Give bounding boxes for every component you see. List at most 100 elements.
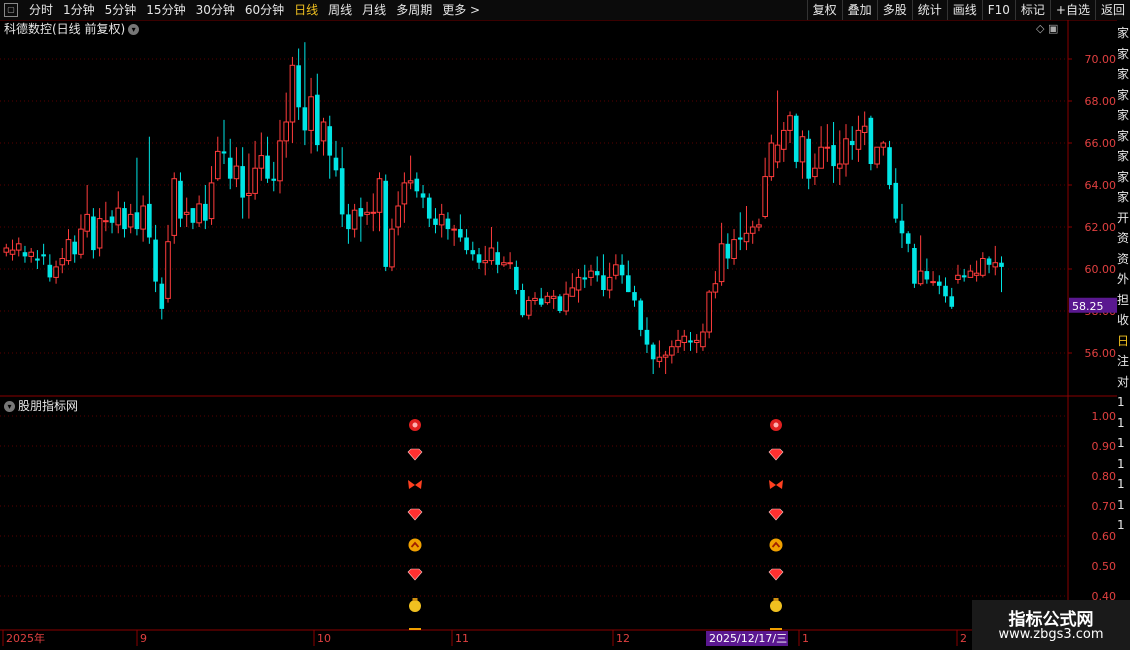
chart-title: 科德数控(日线 前复权) ▾ xyxy=(4,21,140,37)
candle-body xyxy=(96,218,103,249)
money-bag-icon xyxy=(773,598,779,601)
candle-body xyxy=(924,271,930,280)
candle-body xyxy=(899,220,905,234)
candle-body xyxy=(296,65,301,108)
candle-body xyxy=(153,239,158,282)
candle-body xyxy=(650,344,656,360)
candle-body xyxy=(35,258,40,261)
candle-body xyxy=(140,205,146,230)
cursor-date-label: 2025/12/17/三 xyxy=(709,632,787,645)
candle-body xyxy=(53,266,59,278)
butterfly-icon xyxy=(776,480,783,489)
candlestick-chart[interactable]: 70.0068.0066.0064.0062.0060.0058.0056.00… xyxy=(0,0,1130,650)
candle-body xyxy=(943,285,948,297)
candle-body xyxy=(917,270,924,285)
right-strip-char: 家 xyxy=(1117,169,1130,184)
candle-body xyxy=(214,150,221,180)
right-strip-char: 1 xyxy=(1117,518,1125,532)
candle-body xyxy=(507,262,513,265)
candle-body xyxy=(806,138,811,179)
candle-body xyxy=(221,151,227,154)
candle-body xyxy=(289,64,296,123)
candle-body xyxy=(688,340,693,343)
candle-body xyxy=(78,228,84,255)
candle-body xyxy=(258,155,265,169)
candle-body xyxy=(874,146,880,165)
time-axis-label: 10 xyxy=(317,632,331,645)
candle-body xyxy=(532,297,538,301)
diamond-icon[interactable]: ◇ xyxy=(1036,22,1044,35)
indicator-axis-label: 0.70 xyxy=(1092,500,1117,513)
candle-body xyxy=(115,207,122,226)
candle-body xyxy=(351,209,358,230)
right-strip-char: 日 xyxy=(1117,333,1130,348)
candle-body xyxy=(644,329,650,345)
candle-body xyxy=(999,262,1004,267)
candle-body xyxy=(91,216,96,251)
right-strip-char: 1 xyxy=(1117,456,1125,471)
candle-body xyxy=(675,339,681,348)
right-strip-char: 担 xyxy=(1117,292,1130,307)
right-strip-char: 开 xyxy=(1117,210,1130,225)
candle-body xyxy=(265,155,270,179)
candle-body xyxy=(737,237,743,240)
candle-body xyxy=(887,147,892,185)
right-strip-char: 家 xyxy=(1117,87,1130,102)
signal-partial-icon xyxy=(409,628,421,630)
candle-body xyxy=(183,211,190,215)
candle-body xyxy=(370,211,377,214)
candle-body xyxy=(28,251,34,257)
candle-body xyxy=(986,258,992,265)
candle-body xyxy=(327,126,333,156)
candle-body xyxy=(389,228,395,268)
candle-body xyxy=(147,203,152,238)
candle-body xyxy=(905,233,911,244)
price-axis-label: 68.00 xyxy=(1085,95,1117,108)
candle-body xyxy=(980,258,986,276)
candle-body xyxy=(831,145,836,167)
time-axis: 2025年 9 10 11 12 1 22025/12/17/三 xyxy=(2,630,967,646)
candle-body xyxy=(520,290,525,316)
candle-body xyxy=(861,125,868,133)
money-bag-icon xyxy=(409,600,421,612)
indicator-axis-label: 0.50 xyxy=(1092,560,1117,573)
chart-corner-icons: ◇ ▣ xyxy=(1036,22,1058,35)
gem-icon xyxy=(768,448,784,461)
price-axis-label: 56.00 xyxy=(1085,347,1117,360)
candle-body xyxy=(127,213,134,228)
candle-body xyxy=(59,258,66,266)
time-axis-label: 2 xyxy=(960,632,967,645)
candle-body xyxy=(712,283,719,293)
right-strip-char: 收 xyxy=(1117,313,1130,327)
signal-partial-icon xyxy=(770,628,782,630)
candle-body xyxy=(190,208,196,223)
candle-body xyxy=(606,276,613,291)
chevron-down-icon[interactable]: ▾ xyxy=(4,401,15,412)
watermark: 指标公式网 www.zbgs3.com xyxy=(972,600,1130,650)
window-icon[interactable]: ▣ xyxy=(1048,22,1058,35)
candle-body xyxy=(438,213,445,226)
money-bag-icon xyxy=(412,598,418,601)
candle-body xyxy=(731,239,737,260)
candle-body xyxy=(930,281,936,284)
candle-body xyxy=(165,241,171,299)
candle-body xyxy=(109,216,115,223)
candle-body xyxy=(955,274,961,280)
candle-body xyxy=(358,208,364,217)
candle-body xyxy=(283,121,289,142)
price-axis-label: 60.00 xyxy=(1085,263,1117,276)
candle-body xyxy=(445,218,451,230)
candle-body xyxy=(656,356,663,362)
chevron-down-icon[interactable]: ▾ xyxy=(128,24,140,35)
right-strip-char: 外 xyxy=(1117,272,1130,286)
gem-icon xyxy=(768,568,784,581)
right-strip-char: 1 xyxy=(1117,497,1125,512)
right-strip-char: 对 xyxy=(1117,374,1130,389)
stock-title: 科德数控(日线 前复权) xyxy=(4,22,126,36)
candle-body xyxy=(178,180,183,219)
candle-body xyxy=(880,142,887,148)
candle-body xyxy=(208,182,215,220)
candle-body xyxy=(525,300,532,316)
candle-body xyxy=(799,136,806,163)
right-info-strip: 家家家家家家家家家开资资外担收日注对1111111 xyxy=(1117,20,1130,630)
